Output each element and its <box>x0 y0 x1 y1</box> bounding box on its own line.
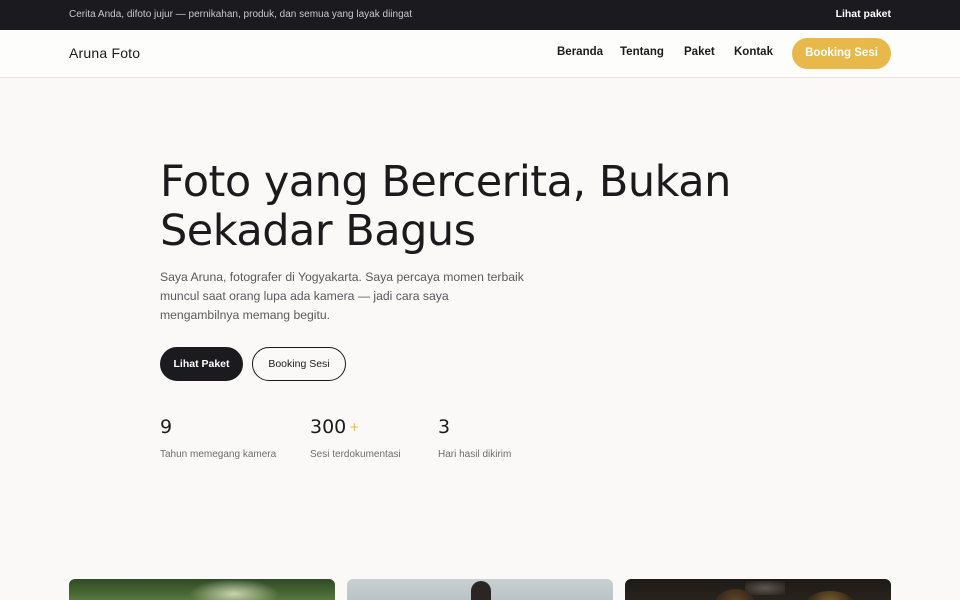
nav-paket[interactable]: Paket <box>684 46 715 58</box>
brand-logo[interactable]: Aruna Foto <box>69 45 140 61</box>
bowl-graphic <box>805 591 855 600</box>
booking-session-button[interactable]: Booking Sesi <box>792 38 891 69</box>
gallery-photo-food[interactable] <box>625 579 891 600</box>
nav-kontak[interactable]: Kontak <box>734 46 773 58</box>
steam-graphic <box>745 581 785 595</box>
plus-suffix: + <box>349 420 360 434</box>
stat-value-years: 9 <box>160 416 173 438</box>
announcement-bar: Cerita Anda, difoto jujur — pernikahan, … <box>0 0 960 30</box>
person-silhouette <box>471 581 491 600</box>
gallery-photo-portrait[interactable] <box>347 579 613 600</box>
hero-title-line-1: Foto yang Bercerita, Bukan <box>160 157 731 207</box>
view-packages-link[interactable]: Lihat paket <box>836 8 891 20</box>
hero-description: Saya Aruna, fotografer di Yogyakarta. Sa… <box>160 270 524 322</box>
nav-beranda[interactable]: Beranda <box>557 46 603 58</box>
hero-title: Foto yang Bercerita, Bukan Sekadar Bagus <box>160 158 780 256</box>
hero-booking-button[interactable]: Booking Sesi <box>252 347 346 381</box>
stat-label-years: Tahun memegang kamera <box>160 449 277 460</box>
view-packages-button[interactable]: Lihat Paket <box>160 347 243 381</box>
stat-value-sessions: 300 + <box>310 416 360 438</box>
gallery-photo-garden[interactable] <box>69 579 335 600</box>
stat-label-days: Hari hasil dikirim <box>438 449 512 460</box>
nav-tentang[interactable]: Tentang <box>620 46 664 58</box>
stat-value-days: 3 <box>438 416 451 438</box>
stat-label-sessions: Sesi terdokumentasi <box>310 449 401 460</box>
announcement-text: Cerita Anda, difoto jujur — pernikahan, … <box>69 9 412 20</box>
hero-title-line-2: Sekadar Bagus <box>160 206 476 256</box>
site-header: Aruna Foto Beranda Tentang Paket Kontak … <box>0 30 960 78</box>
